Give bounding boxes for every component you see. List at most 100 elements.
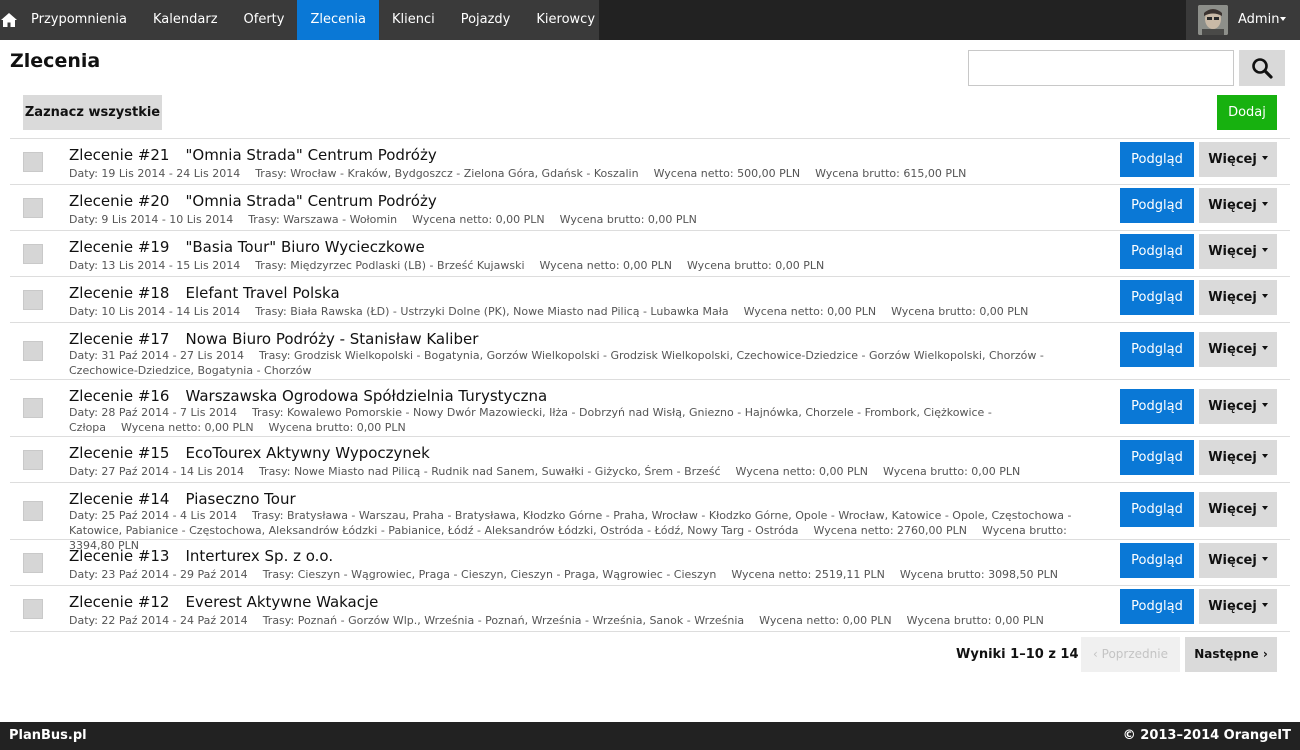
row-checkbox[interactable] xyxy=(23,152,43,172)
order-title[interactable]: Zlecenie #12 Everest Aktywne Wakacje xyxy=(69,593,378,611)
row-checkbox[interactable] xyxy=(23,553,43,573)
order-brutto: Wycena brutto: 0,00 PLN xyxy=(268,421,406,434)
page-title: Zlecenia xyxy=(10,50,101,72)
list-item: Zlecenie #20 "Omnia Strada" Centrum Podró… xyxy=(10,185,1290,231)
list-item: Zlecenie #19 "Basia Tour" Biuro Wycieczko… xyxy=(10,231,1290,277)
more-button[interactable]: Więcej xyxy=(1199,440,1277,475)
order-brutto: Wycena brutto: 3098,50 PLN xyxy=(899,568,1059,581)
order-dates: Daty: 13 Lis 2014 - 15 Lis 2014 xyxy=(69,259,241,272)
nav-item-klienci[interactable]: Klienci xyxy=(379,0,448,40)
order-number: Zlecenie #14 xyxy=(69,490,170,508)
order-routes: Trasy: Cieszyn - Wągrowiec, Praga - Cies… xyxy=(262,568,717,581)
order-dates: Daty: 28 Paź 2014 - 7 Lis 2014 xyxy=(69,406,237,419)
add-button[interactable]: Dodaj xyxy=(1217,95,1277,130)
order-client: Elefant Travel Polska xyxy=(185,284,340,302)
preview-button[interactable]: Podgląd xyxy=(1120,332,1194,367)
main-nav: Przypomnienia Kalendarz Oferty Zlecenia … xyxy=(0,0,599,40)
list-item: Zlecenie #12 Everest Aktywne Wakacje Daty… xyxy=(10,586,1290,632)
more-button[interactable]: Więcej xyxy=(1199,492,1277,527)
order-routes: Trasy: Warszawa - Wołomin xyxy=(248,213,398,226)
more-button-label: Więcej xyxy=(1208,553,1257,568)
nav-item-kierowcy[interactable]: Kierowcy xyxy=(523,0,608,40)
more-button[interactable]: Więcej xyxy=(1199,142,1277,177)
more-button-label: Więcej xyxy=(1208,198,1257,213)
nav-item-pojazdy[interactable]: Pojazdy xyxy=(448,0,524,40)
preview-button[interactable]: Podgląd xyxy=(1120,589,1194,624)
more-button-label: Więcej xyxy=(1208,152,1257,167)
order-netto: Wycena netto: 500,00 PLN xyxy=(653,167,801,180)
order-client: EcoTourex Aktywny Wypoczynek xyxy=(185,444,430,462)
preview-button[interactable]: Podgląd xyxy=(1120,142,1194,177)
footer-brand[interactable]: PlanBus.pl xyxy=(9,722,87,750)
order-title[interactable]: Zlecenie #21 "Omnia Strada" Centrum Podró… xyxy=(69,146,437,164)
order-number: Zlecenie #21 xyxy=(69,146,170,164)
row-checkbox[interactable] xyxy=(23,501,43,521)
order-title[interactable]: Zlecenie #18 Elefant Travel Polska xyxy=(69,284,340,302)
preview-button[interactable]: Podgląd xyxy=(1120,543,1194,578)
order-number: Zlecenie #18 xyxy=(69,284,170,302)
nav-item-oferty[interactable]: Oferty xyxy=(231,0,298,40)
more-button[interactable]: Więcej xyxy=(1199,280,1277,315)
username: Admin xyxy=(1238,12,1280,27)
prev-page-button[interactable]: ‹ Poprzednie xyxy=(1081,637,1180,672)
order-routes: Trasy: Biała Rawska (ŁD) - Ustrzyki Doln… xyxy=(255,305,729,318)
order-brutto: Wycena brutto: 0,00 PLN xyxy=(891,305,1029,318)
more-button-label: Więcej xyxy=(1208,450,1257,465)
nav-item-zlecenia[interactable]: Zlecenia xyxy=(297,0,379,40)
order-dates: Daty: 27 Paź 2014 - 14 Lis 2014 xyxy=(69,465,244,478)
caret-down-icon xyxy=(1261,453,1268,458)
preview-button[interactable]: Podgląd xyxy=(1120,440,1194,475)
order-client: Nowa Biuro Podróży - Stanisław Kaliber xyxy=(185,330,479,348)
order-title[interactable]: Zlecenie #20 "Omnia Strada" Centrum Podró… xyxy=(69,192,437,210)
row-checkbox[interactable] xyxy=(23,198,43,218)
more-button[interactable]: Więcej xyxy=(1199,543,1277,578)
order-title[interactable]: Zlecenie #17 Nowa Biuro Podróży - Stanisł… xyxy=(69,330,478,348)
preview-button[interactable]: Podgląd xyxy=(1120,280,1194,315)
order-number: Zlecenie #12 xyxy=(69,593,170,611)
order-title[interactable]: Zlecenie #13 Interturex Sp. z o.o. xyxy=(69,547,333,565)
results-count: Wyniki 1–10 z 14 xyxy=(956,647,1079,662)
order-number: Zlecenie #19 xyxy=(69,238,170,256)
preview-button[interactable]: Podgląd xyxy=(1120,492,1194,527)
search-input[interactable] xyxy=(968,50,1234,86)
row-checkbox[interactable] xyxy=(23,450,43,470)
more-button-label: Więcej xyxy=(1208,399,1257,414)
order-number: Zlecenie #15 xyxy=(69,444,170,462)
order-netto: Wycena netto: 0,00 PLN xyxy=(121,421,254,434)
row-checkbox[interactable] xyxy=(23,398,43,418)
order-number: Zlecenie #20 xyxy=(69,192,170,210)
order-title[interactable]: Zlecenie #19 "Basia Tour" Biuro Wycieczko… xyxy=(69,238,425,256)
nav-item-przypomnienia[interactable]: Przypomnienia xyxy=(18,0,140,40)
more-button[interactable]: Więcej xyxy=(1199,234,1277,269)
order-netto: Wycena netto: 0,00 PLN xyxy=(743,305,877,318)
row-checkbox[interactable] xyxy=(23,244,43,264)
order-number: Zlecenie #13 xyxy=(69,547,170,565)
order-title[interactable]: Zlecenie #15 EcoTourex Aktywny Wypoczynek xyxy=(69,444,430,462)
row-checkbox[interactable] xyxy=(23,599,43,619)
row-checkbox[interactable] xyxy=(23,290,43,310)
search-button[interactable] xyxy=(1239,50,1285,86)
order-dates: Daty: 19 Lis 2014 - 24 Lis 2014 xyxy=(69,167,241,180)
nav-item-kalendarz[interactable]: Kalendarz xyxy=(140,0,231,40)
row-checkbox[interactable] xyxy=(23,341,43,361)
order-title[interactable]: Zlecenie #14 Piaseczno Tour xyxy=(69,490,296,508)
preview-button[interactable]: Podgląd xyxy=(1120,389,1194,424)
preview-button[interactable]: Podgląd xyxy=(1120,188,1194,223)
order-dates: Daty: 10 Lis 2014 - 14 Lis 2014 xyxy=(69,305,241,318)
more-button[interactable]: Więcej xyxy=(1199,332,1277,367)
order-title[interactable]: Zlecenie #16 Warszawska Ogrodowa Spółdzie… xyxy=(69,387,547,405)
more-button[interactable]: Więcej xyxy=(1199,589,1277,624)
caret-down-icon xyxy=(1261,602,1268,607)
next-page-button[interactable]: Następne › xyxy=(1185,637,1277,672)
order-netto: Wycena netto: 2760,00 PLN xyxy=(813,524,968,537)
more-button[interactable]: Więcej xyxy=(1199,389,1277,424)
user-menu[interactable]: Admin xyxy=(1186,0,1300,40)
caret-down-icon xyxy=(1261,505,1268,510)
select-all-button[interactable]: Zaznacz wszystkie xyxy=(23,95,162,130)
more-button[interactable]: Więcej xyxy=(1199,188,1277,223)
order-client: "Omnia Strada" Centrum Podróży xyxy=(185,146,437,164)
home-icon[interactable] xyxy=(0,0,18,40)
preview-button[interactable]: Podgląd xyxy=(1120,234,1194,269)
order-number: Zlecenie #17 xyxy=(69,330,170,348)
order-meta: Daty: 27 Paź 2014 - 14 Lis 2014 Trasy: No… xyxy=(69,464,1074,479)
